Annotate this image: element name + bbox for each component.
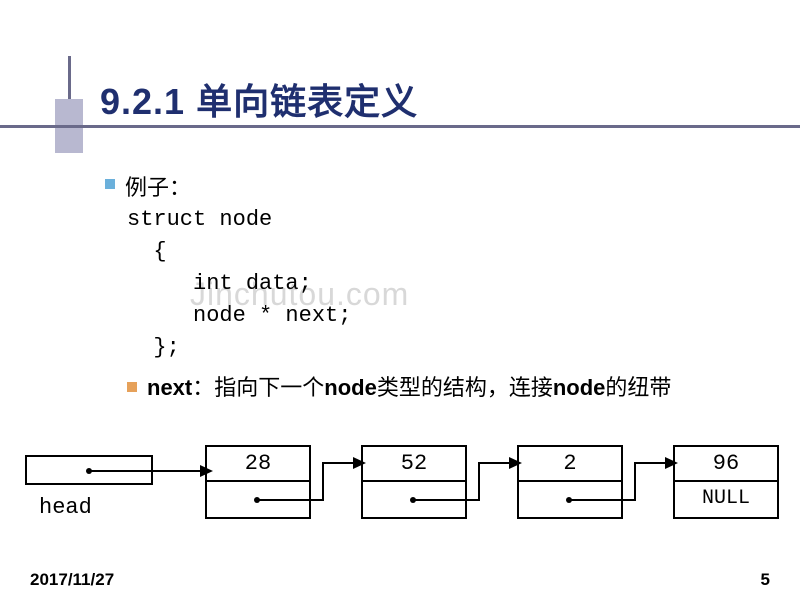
square-bullet-icon xyxy=(127,382,137,392)
node-data: 52 xyxy=(361,445,467,482)
list-node: 28 xyxy=(205,445,311,519)
footer-date: 2017/11/27 xyxy=(30,570,114,590)
content-area: 例子： struct node { int data; node * next;… xyxy=(105,170,725,404)
node-data: 28 xyxy=(205,445,311,482)
head-label: head xyxy=(39,495,92,520)
kw-next: next xyxy=(147,375,192,400)
code-block: struct node { int data; node * next; }; xyxy=(127,204,725,363)
node-ptr xyxy=(361,482,467,519)
sub-bullet-text: next：指向下一个node类型的结构，连接node的纽带 xyxy=(147,373,671,404)
footer-page: 5 xyxy=(761,570,770,590)
linked-list-diagram: head 28 52 2 96 NULL xyxy=(25,445,785,535)
kw-node: node xyxy=(324,375,377,400)
node-ptr xyxy=(205,482,311,519)
list-node: 2 xyxy=(517,445,623,519)
node-ptr xyxy=(517,482,623,519)
slide-title: 9.2.1 单向链表定义 xyxy=(100,73,418,125)
list-node: 52 xyxy=(361,445,467,519)
header-divider xyxy=(0,125,800,128)
sub-bullet-row: next：指向下一个node类型的结构，连接node的纽带 xyxy=(127,373,725,404)
head-box xyxy=(25,455,153,485)
decor-vertical-bar xyxy=(68,56,71,99)
node-data: 96 xyxy=(673,445,779,482)
kw-node: node xyxy=(553,375,606,400)
square-bullet-icon xyxy=(105,179,115,189)
example-bullet-row: 例子： xyxy=(105,170,725,202)
list-node: 96 NULL xyxy=(673,445,779,519)
node-ptr: NULL xyxy=(673,482,779,519)
example-label: 例子： xyxy=(125,170,191,202)
node-data: 2 xyxy=(517,445,623,482)
